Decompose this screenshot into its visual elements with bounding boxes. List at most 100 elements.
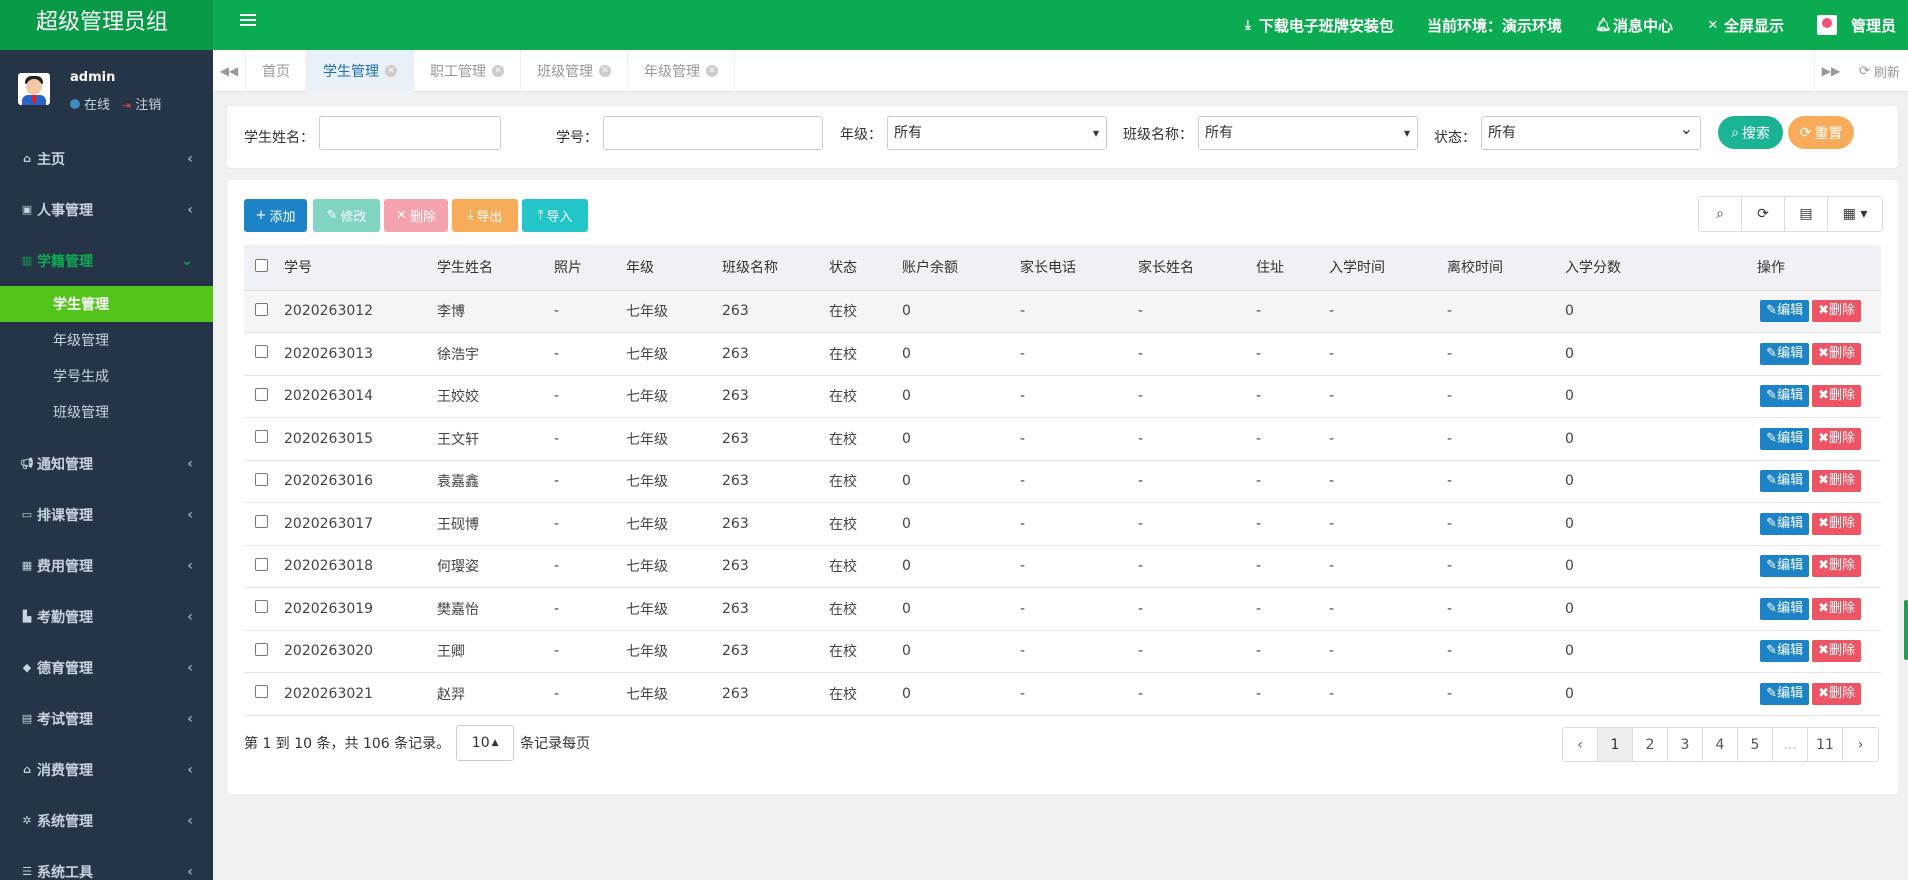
refresh-icon[interactable]: ⟳ [1742,197,1785,231]
row-delete-button[interactable]: ✖删除 [1812,640,1861,663]
fullscreen-toggle[interactable]: ✕ 全屏显示 [1706,15,1784,36]
row-delete-button[interactable]: ✖删除 [1812,470,1861,493]
row-edit-button[interactable]: ✎编辑 [1760,300,1810,323]
sidebar-subitem-student-number[interactable]: 学号生成 [0,358,213,394]
tabs-scroll-left-icon[interactable]: ◀◀ [213,50,246,92]
row-edit-button[interactable]: ✎编辑 [1760,512,1810,535]
table-row[interactable]: 2020263017 王砚博 - 七年级 263 在校 0- - - - -0 ✎编辑 ✖删除 [244,502,1881,546]
student-number-input[interactable] [603,116,823,150]
row-checkbox[interactable] [244,375,284,418]
table-row[interactable]: 2020263014 王姣姣 - 七年级 263 在校 0- - - - -0 ✎编辑 ✖删除 [244,375,1881,418]
row-checkbox[interactable] [244,630,284,673]
sidebar-item-consumption[interactable]: ⌂ 消费管理 ‹ [0,744,213,795]
export-button[interactable]: ⤓ 导出 [452,199,518,232]
page-4[interactable]: 4 [1703,728,1738,761]
column-header[interactable]: 班级名称 [722,245,829,291]
page-11[interactable]: 11 [1808,728,1843,761]
column-header[interactable]: 状态 [829,245,902,291]
row-delete-button[interactable]: ✖删除 [1812,597,1861,620]
sidebar-item-notices[interactable]: 📢︎ 通知管理 ‹ [0,438,213,489]
table-row[interactable]: 2020263018 何璎姿 - 七年级 263 在校 0- - - - -0 ✎编辑 ✖删除 [244,545,1881,588]
row-checkbox[interactable] [244,417,284,461]
row-edit-button[interactable]: ✎编辑 [1760,640,1810,663]
sidebar-item-attendance[interactable]: ▙ 考勤管理 ‹ [0,591,213,642]
sidebar-item-student-records[interactable]: ▥ 学籍管理 ⌄ [0,235,213,286]
page-prev[interactable]: ‹ [1563,728,1598,761]
page-2[interactable]: 2 [1633,728,1668,761]
add-button[interactable]: + 添加 [244,199,307,232]
table-row[interactable]: 2020263021 赵羿 - 七年级 263 在校 0- - - - -0 ✎编辑 ✖删除 [244,672,1881,716]
row-checkbox[interactable] [244,672,284,716]
close-icon[interactable]: ✕ [706,65,718,77]
row-edit-button[interactable]: ✎编辑 [1760,597,1810,620]
tab-grades[interactable]: 年级管理 ✕ [628,50,735,92]
row-delete-button[interactable]: ✖删除 [1812,385,1861,408]
sidebar-subitem-grades[interactable]: 年级管理 [0,322,213,358]
sidebar-item-schedule[interactable]: ▭ 排课管理 ‹ [0,489,213,540]
column-header[interactable]: 账户余额 [902,245,1020,291]
page-3[interactable]: 3 [1668,728,1703,761]
sidebar-item-home[interactable]: ⌂ 主页 ‹ [0,133,213,184]
row-checkbox[interactable] [244,587,284,631]
column-header[interactable]: 照片 [554,245,626,291]
class-name-select[interactable]: 所有 [1198,116,1418,150]
row-delete-button[interactable]: ✖删除 [1812,555,1861,578]
sidebar-item-exams[interactable]: ▤ 考试管理 ‹ [0,693,213,744]
column-header[interactable]: 学号 [284,245,437,291]
sidebar-item-tools[interactable]: ☰ 系统工具 ‹ [0,846,213,880]
table-row[interactable]: 2020263015 王文轩 - 七年级 263 在校 0- - - - -0 ✎编辑 ✖删除 [244,417,1881,461]
sidebar-item-fees[interactable]: ▦ 费用管理 ‹ [0,540,213,591]
refresh-button[interactable]: ⟳ 刷新 [1859,50,1900,92]
sidebar-item-moral-education[interactable]: ◆ 德育管理 ‹ [0,642,213,693]
reset-button[interactable]: ⟳ 重置 [1788,116,1854,149]
row-delete-button[interactable]: ✖删除 [1812,682,1861,705]
columns-icon[interactable]: ▦ ▾ [1828,197,1882,231]
download-app-link[interactable]: ⤓ 下载电子班牌安装包 [1241,15,1394,36]
close-icon[interactable]: ✕ [385,65,397,77]
row-checkbox[interactable] [244,502,284,546]
page-size-select[interactable]: 10 ▲ [456,725,515,761]
table-row[interactable]: 2020263016 袁嘉鑫 - 七年级 263 在校 0- - - - -0 ✎编辑 ✖删除 [244,460,1881,503]
row-delete-button[interactable]: ✖删除 [1812,512,1861,535]
column-header[interactable]: 学生姓名 [437,245,554,291]
sidebar-item-personnel[interactable]: ▣ 人事管理 ‹ [0,184,213,235]
column-header[interactable]: 住址 [1256,245,1329,291]
table-row[interactable]: 2020263019 樊嘉怡 - 七年级 263 在校 0- - - - -0 ✎编辑 ✖删除 [244,587,1881,631]
row-checkbox[interactable] [244,332,284,376]
tab-students[interactable]: 学生管理 ✕ [307,50,414,92]
column-header[interactable]: 家长电话 [1020,245,1138,291]
table-row[interactable]: 2020263012 李博 - 七年级 263 在校 0- - - - -0 ✎编辑 ✖删除 [244,290,1881,333]
tab-home[interactable]: 首页 [246,50,307,92]
logout-link[interactable]: ⇥ 注销 [122,94,161,113]
column-header[interactable]: 离校时间 [1447,245,1565,291]
column-header[interactable]: 年级 [626,245,722,291]
sidebar-subitem-students[interactable]: 学生管理 [0,286,213,322]
select-all-checkbox[interactable] [244,245,284,291]
tabs-scroll-right-icon[interactable]: ▶▶ [1814,50,1847,92]
row-delete-button[interactable]: ✖删除 [1812,300,1861,323]
page-1[interactable]: 1 [1598,728,1633,761]
row-checkbox[interactable] [244,545,284,588]
status-select[interactable]: 所有 [1481,113,1701,150]
row-edit-button[interactable]: ✎编辑 [1760,427,1810,450]
tab-staff[interactable]: 职工管理 ✕ [414,50,521,92]
message-center-link[interactable]: 🔔︎ 消息中心 [1595,15,1673,36]
column-header[interactable]: 家长姓名 [1138,245,1256,291]
grade-select[interactable]: 所有 [887,116,1107,150]
row-edit-button[interactable]: ✎编辑 [1760,555,1810,578]
menu-toggle-icon[interactable] [240,14,256,30]
toggle-view-icon[interactable]: ▤ [1785,197,1828,231]
row-edit-button[interactable]: ✎编辑 [1760,470,1810,493]
close-icon[interactable]: ✕ [599,65,611,77]
tab-classes[interactable]: 班级管理 ✕ [521,50,628,92]
import-button[interactable]: ⤒ 导入 [522,199,588,232]
table-row[interactable]: 2020263020 王卿 - 七年级 263 在校 0- - - - -0 ✎编辑 ✖删除 [244,630,1881,673]
student-name-input[interactable] [319,116,501,150]
page-next[interactable]: › [1843,728,1878,761]
row-edit-button[interactable]: ✎编辑 [1760,385,1810,408]
sidebar-item-system[interactable]: ✲ 系统管理 ‹ [0,795,213,846]
row-checkbox[interactable] [244,290,284,333]
column-header[interactable]: 入学时间 [1329,245,1447,291]
row-delete-button[interactable]: ✖删除 [1812,427,1861,450]
scrollbar-thumb[interactable] [1904,600,1908,660]
